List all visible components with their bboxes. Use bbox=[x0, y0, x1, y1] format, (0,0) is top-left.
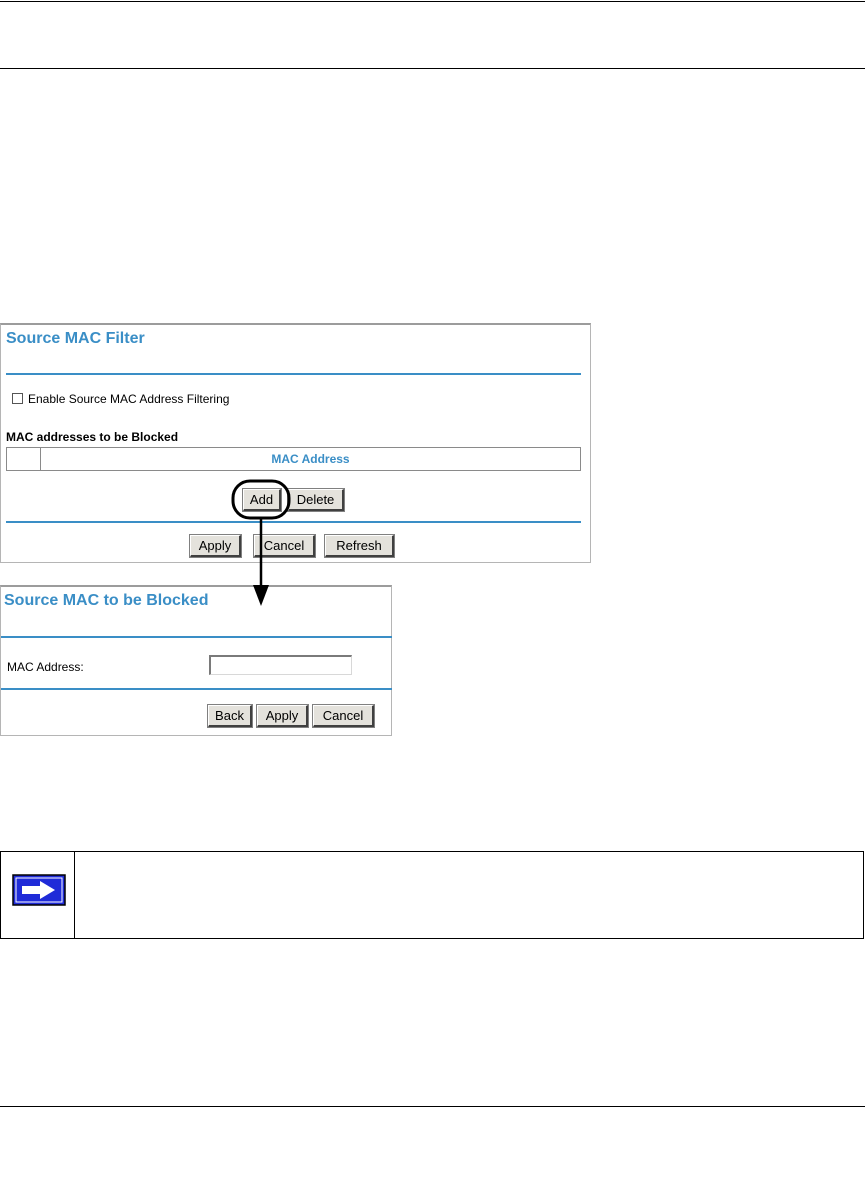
source-mac-blocked-panel: Source MAC to be Blocked MAC Address: Ba… bbox=[0, 585, 392, 736]
back-button[interactable]: Back bbox=[207, 704, 253, 728]
cancel-button[interactable]: Cancel bbox=[312, 704, 375, 728]
mac-address-label: MAC Address: bbox=[7, 660, 84, 674]
buttons-divider bbox=[6, 521, 581, 523]
mac-address-table: MAC Address bbox=[6, 447, 581, 471]
buttons-divider bbox=[1, 688, 392, 690]
delete-button[interactable]: Delete bbox=[287, 488, 345, 512]
cancel-button[interactable]: Cancel bbox=[253, 534, 316, 558]
enable-filtering-checkbox[interactable] bbox=[12, 393, 23, 404]
header-rule-bottom bbox=[0, 68, 865, 69]
note-divider bbox=[74, 852, 75, 938]
source-mac-blocked-title: Source MAC to be Blocked bbox=[4, 592, 209, 609]
add-button[interactable]: Add bbox=[242, 488, 282, 512]
right-arrow-note-icon bbox=[12, 874, 66, 906]
note-box bbox=[0, 851, 864, 939]
refresh-button[interactable]: Refresh bbox=[324, 534, 395, 558]
apply-button[interactable]: Apply bbox=[256, 704, 309, 728]
source-mac-filter-panel: Source MAC Filter Enable Source MAC Addr… bbox=[0, 323, 591, 563]
mac-address-input[interactable] bbox=[209, 655, 352, 675]
source-mac-filter-title: Source MAC Filter bbox=[6, 330, 145, 347]
header-rule-top bbox=[0, 1, 865, 2]
title-divider bbox=[6, 373, 581, 375]
table-column-mac-address: MAC Address bbox=[271, 452, 350, 466]
footer-rule bbox=[0, 1106, 865, 1107]
blocked-list-heading: MAC addresses to be Blocked bbox=[6, 430, 179, 444]
title-divider bbox=[1, 636, 392, 638]
apply-button[interactable]: Apply bbox=[189, 534, 242, 558]
enable-filtering-label: Enable Source MAC Address Filtering bbox=[28, 392, 230, 406]
table-select-column bbox=[7, 448, 41, 470]
